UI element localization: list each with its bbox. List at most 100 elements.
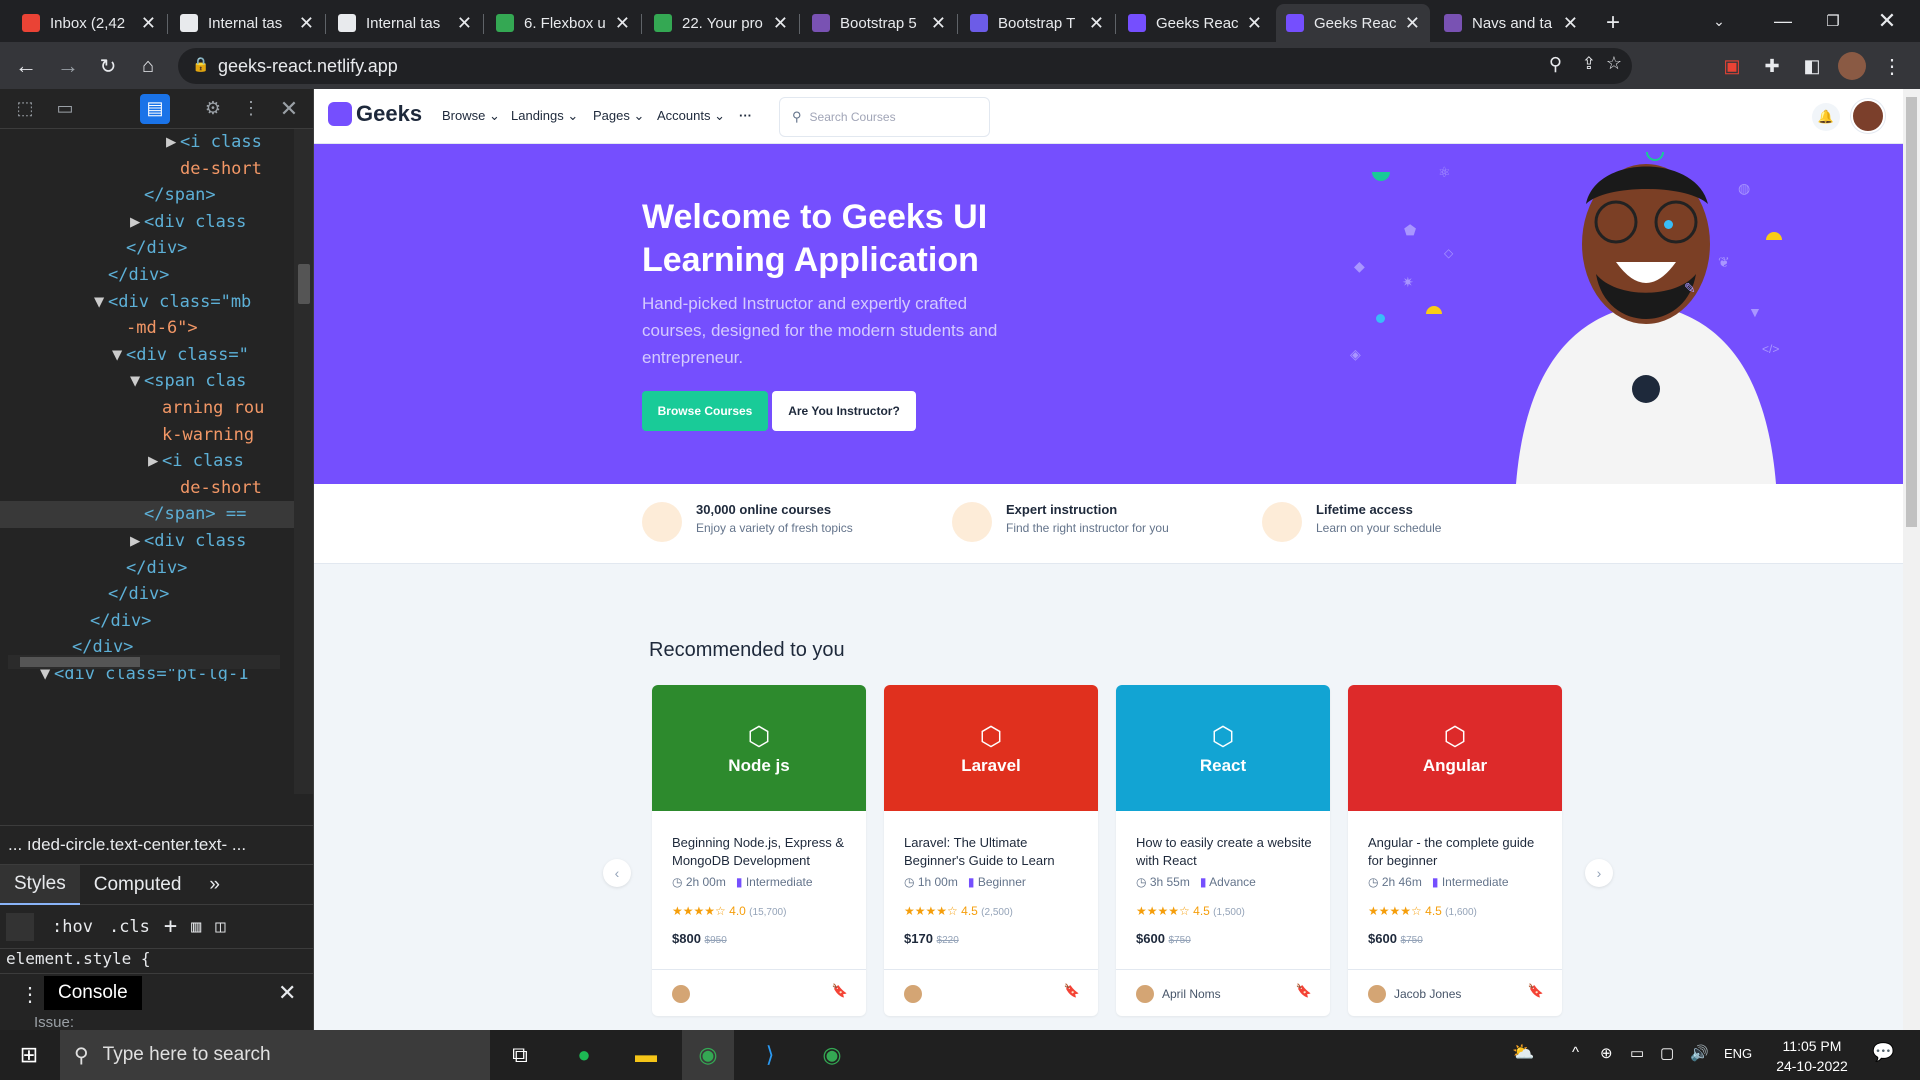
elements-scrollbar[interactable] [294,129,313,794]
browser-tab[interactable]: Internal tas ✕ [170,4,324,42]
page-scrollbar[interactable] [1903,89,1920,1030]
browser-tab[interactable]: Internal tas ✕ [328,4,482,42]
close-tab-icon[interactable]: ✕ [1563,13,1578,34]
expand-toggle-icon[interactable]: ▼ [112,342,126,369]
tab-console[interactable]: Console [44,976,142,1010]
expand-toggle-icon[interactable]: ▼ [130,368,144,395]
chrome-icon[interactable]: ◉ [806,1030,858,1080]
browser-tab[interactable]: Bootstrap 5 ✕ [802,4,956,42]
course-author[interactable] [672,985,698,1003]
side-panel-icon[interactable]: ◧ [1798,52,1826,80]
bookmark-icon[interactable]: 🔖 [1528,983,1544,999]
vscode-icon[interactable]: ⟩ [744,1030,796,1080]
extensions-puzzle-icon[interactable]: ✚ [1758,52,1786,80]
course-author[interactable] [904,985,930,1003]
dom-node-line[interactable]: ▶ <i class [0,448,294,475]
browser-tab[interactable]: Bootstrap T ✕ [960,4,1114,42]
carousel-next-icon[interactable]: › [1585,859,1613,887]
paint-icon[interactable]: ▥ [191,917,201,937]
settings-gear-icon[interactable]: ⚙ [198,94,228,124]
home-button[interactable]: ⌂ [132,50,164,82]
browse-courses-button[interactable]: Browse Courses [642,391,768,431]
new-rule-icon[interactable]: + [164,914,177,939]
battery-icon[interactable]: ▭ [1630,1044,1644,1062]
minimize-button[interactable]: — [1760,0,1806,42]
course-card[interactable]: ⬡ React How to easily create a website wit… [1116,685,1330,1016]
file-explorer-icon[interactable]: ▬ [620,1030,672,1080]
dom-node-line[interactable]: k-warning [0,422,294,449]
course-title[interactable]: Beginning Node.js, Express & MongoDB Dev… [672,834,852,870]
reload-button[interactable]: ↻ [92,50,124,82]
dom-node-line[interactable]: </div> [0,555,294,582]
more-menu-icon[interactable]: ··· [739,108,752,123]
course-title[interactable]: How to easily create a website with Reac… [1136,834,1316,870]
course-title[interactable]: Angular - the complete guide for beginne… [1368,834,1548,870]
windows-start-icon[interactable]: ⊞ [0,1030,58,1080]
dom-node-line[interactable]: </div> [0,608,294,635]
inspect-element-icon[interactable]: ⬚ [10,94,40,124]
course-card[interactable]: ⬡ Angular Angular - the complete guide for… [1348,685,1562,1016]
tray-chevron-icon[interactable]: ^ [1572,1044,1579,1061]
dom-node-line[interactable]: ▼ <div class=" [0,342,294,369]
tab-styles[interactable]: Styles [0,864,80,905]
issue-counter[interactable]: Issue: [34,1014,74,1030]
extension-icon[interactable]: ▣ [1718,52,1746,80]
filter-input[interactable] [6,912,34,941]
globe-icon[interactable]: ⊕ [1600,1044,1613,1062]
display-icon[interactable]: ▢ [1660,1044,1674,1062]
task-view-icon[interactable]: ⧉ [494,1030,546,1080]
close-tab-icon[interactable]: ✕ [1247,13,1262,34]
horizontal-scrollbar[interactable] [8,655,280,669]
expand-toggle-icon[interactable]: ▶ [166,129,180,156]
browser-tab[interactable]: Geeks Reac ✕ [1276,4,1430,42]
close-tab-icon[interactable]: ✕ [1405,13,1420,34]
back-button[interactable]: ← [10,50,42,82]
profile-avatar[interactable] [1838,52,1866,80]
bookmark-star-icon[interactable]: ☆ [1606,53,1622,74]
drawer-menu-icon[interactable]: ⋮ [20,982,40,1007]
devtools-menu-icon[interactable]: ⋮ [236,94,266,124]
dom-node-line[interactable]: ▼ <div class="mb [0,289,294,316]
issues-icon[interactable]: ▤ [140,93,170,124]
close-tab-icon[interactable]: ✕ [773,13,788,34]
menu-browse[interactable]: Browse ⌄ [442,108,500,124]
course-author[interactable]: April Noms [1136,985,1221,1003]
bookmark-icon[interactable]: 🔖 [832,983,848,999]
elements-tree[interactable]: ▶ <i class de-short </span> ▶ <div class </div… [0,129,294,681]
dom-breadcrumb[interactable]: ... ıded-circle.text-center.text- ... [0,825,313,865]
forward-button[interactable]: → [52,50,84,82]
expand-toggle-icon[interactable]: ▼ [94,289,108,316]
dom-node-line[interactable]: </span> == [0,501,294,528]
dom-node-line[interactable]: ▶ <div class [0,209,294,236]
course-title[interactable]: Laravel: The Ultimate Beginner's Guide t… [904,834,1084,870]
instructor-button[interactable]: Are You Instructor? [772,391,916,431]
close-tab-icon[interactable]: ✕ [1089,13,1104,34]
close-drawer-icon[interactable]: ✕ [278,980,296,1006]
course-thumbnail[interactable]: ⬡ React [1116,685,1330,811]
dom-node-line[interactable]: </div> [0,235,294,262]
restore-button[interactable]: ❐ [1810,0,1856,42]
address-bar[interactable]: 🔒 geeks-react.netlify.app ⚲ ⇪ ☆ [178,48,1632,84]
course-thumbnail[interactable]: ⬡ Laravel [884,685,1098,811]
carousel-prev-icon[interactable]: ‹ [603,859,631,887]
browser-tab[interactable]: 6. Flexbox u ✕ [486,4,640,42]
menu-accounts[interactable]: Accounts ⌄ [657,108,725,124]
menu-pages[interactable]: Pages ⌄ [593,108,644,124]
course-search-input[interactable]: ⚲ Search Courses [779,97,990,137]
tab-search-icon[interactable]: ⌄ [1696,0,1742,42]
chrome-icon[interactable]: ◉ [682,1030,734,1080]
dom-node-line[interactable]: ▶ <i class [0,129,294,156]
spotify-icon[interactable]: ● [558,1030,610,1080]
expand-toggle-icon[interactable]: ▶ [148,448,162,475]
course-thumbnail[interactable]: ⬡ Angular [1348,685,1562,811]
share-icon[interactable]: ⇪ [1582,54,1596,74]
toggle-sidebar-icon[interactable]: ◫ [215,917,225,937]
bookmark-icon[interactable]: 🔖 [1296,983,1312,999]
notification-center-icon[interactable]: 💬 [1872,1042,1894,1063]
close-tab-icon[interactable]: ✕ [615,13,630,34]
dom-node-line[interactable]: de-short [0,156,294,183]
expand-toggle-icon[interactable]: ▶ [130,209,144,236]
dom-node-line[interactable]: de-short [0,475,294,502]
dom-node-line[interactable]: arning rou [0,395,294,422]
menu-landings[interactable]: Landings ⌄ [511,108,578,124]
